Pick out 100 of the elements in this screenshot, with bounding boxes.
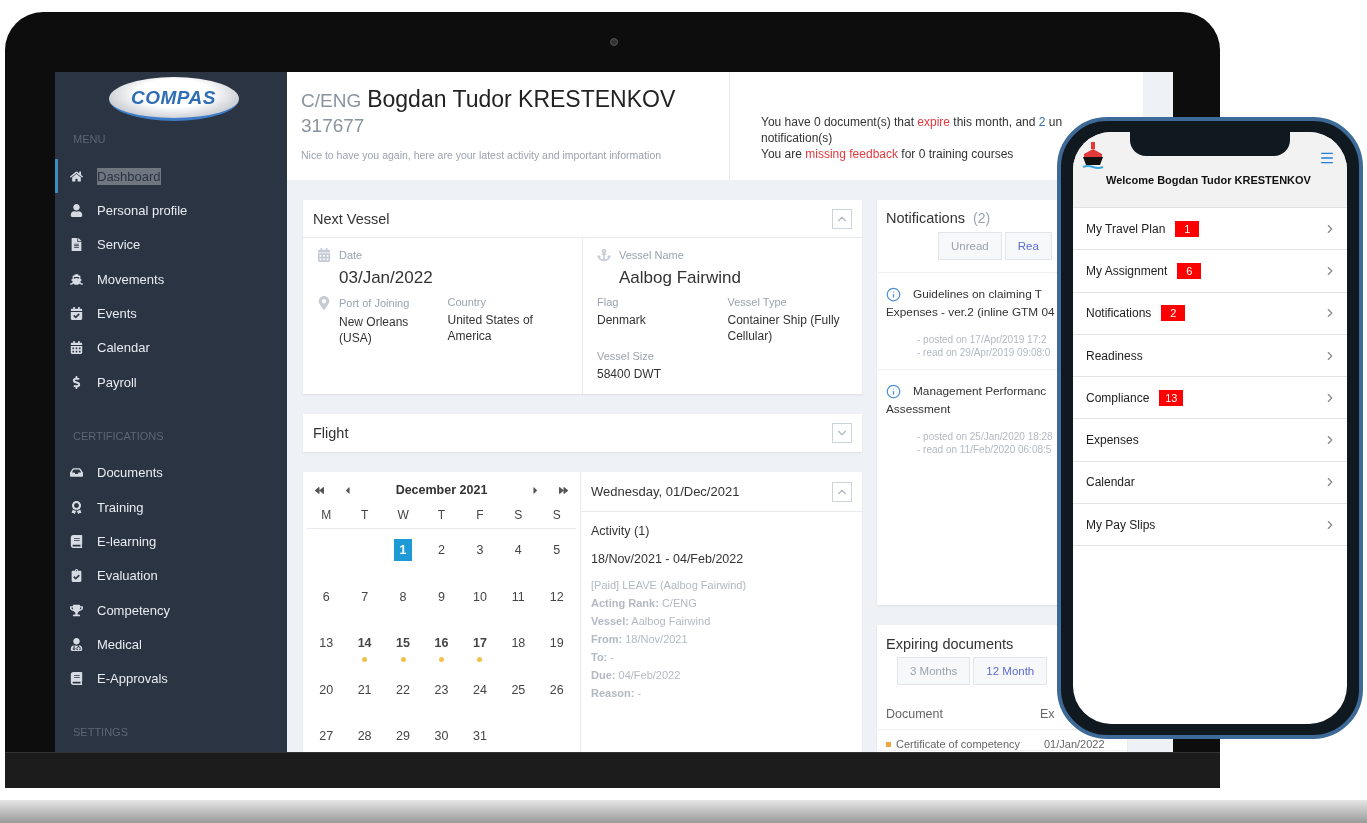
menu-item[interactable]: My Travel Plan 1 bbox=[1073, 208, 1347, 251]
weekday-label: W bbox=[397, 507, 409, 524]
sidebar-item[interactable]: Service bbox=[55, 227, 287, 263]
notification-title[interactable]: Management Performanc bbox=[913, 382, 1047, 400]
table-cell-text: 01/Jan/2022 bbox=[1043, 738, 1106, 750]
sidebar-item[interactable]: Competency bbox=[55, 592, 287, 628]
weekday-label: S bbox=[552, 507, 561, 524]
field-label: Vessel Name bbox=[619, 249, 684, 261]
calendar-day[interactable]: 21 bbox=[355, 678, 374, 701]
menu-item[interactable]: Expenses bbox=[1073, 419, 1347, 462]
activity-field: Reason: - bbox=[591, 684, 852, 702]
sidebar-item[interactable]: Events bbox=[55, 296, 287, 331]
calendar-check-icon bbox=[70, 307, 83, 321]
calendar-day[interactable]: 31 bbox=[470, 725, 489, 747]
sidebar-item[interactable]: Movements bbox=[55, 262, 287, 297]
sidebar-item[interactable]: Documents bbox=[55, 455, 287, 490]
menu-item[interactable]: My Pay Slips bbox=[1073, 504, 1347, 547]
calendar-icon bbox=[70, 341, 83, 355]
calendar-day[interactable]: 12 bbox=[547, 585, 566, 608]
calendar-day[interactable]: 17 bbox=[470, 632, 489, 654]
sidebar-item[interactable]: Payroll bbox=[55, 365, 287, 400]
menu-item[interactable]: Calendar bbox=[1073, 461, 1347, 505]
sidebar-item[interactable]: Calendar bbox=[55, 330, 287, 366]
field-label: Country bbox=[447, 296, 487, 308]
menu-item[interactable]: My Assignment 6 bbox=[1073, 250, 1347, 293]
activity-field: Due: 04/Feb/2022 bbox=[591, 666, 852, 684]
camera-icon bbox=[610, 38, 618, 46]
inbox-icon bbox=[70, 466, 83, 480]
menu-item[interactable]: Readiness bbox=[1073, 334, 1347, 378]
fast-forward-icon[interactable] bbox=[559, 485, 568, 495]
calendar-day[interactable]: 19 bbox=[547, 632, 566, 654]
notification-title[interactable]: Expenses - ver.2 (inline GTM 04 bbox=[886, 303, 1055, 321]
info-icon bbox=[886, 383, 901, 399]
calendar-day[interactable]: 24 bbox=[470, 678, 489, 701]
calendar-day[interactable]: 10 bbox=[470, 585, 489, 608]
calendar-day[interactable]: 22 bbox=[394, 678, 413, 701]
sidebar-item[interactable]: Training bbox=[55, 489, 287, 525]
activity-field: Acting Rank: C/ENG bbox=[591, 594, 852, 612]
event-dot-icon bbox=[439, 657, 444, 662]
calendar-icon bbox=[317, 248, 331, 262]
field-value: Aalbog Fairwind bbox=[618, 267, 742, 289]
count-badge: 6 bbox=[1177, 262, 1202, 279]
activity-field: From: 18/Nov/2021 bbox=[591, 630, 852, 648]
calendar-day[interactable]: 18 bbox=[509, 632, 528, 654]
notice-text: You have 0 document(s) that expire this month, and 2 un bbox=[761, 114, 1063, 130]
calendar-day[interactable]: 20 bbox=[317, 678, 336, 701]
calendar-day[interactable]: 15 bbox=[394, 632, 413, 654]
notification-title[interactable]: Assessment bbox=[886, 400, 951, 418]
calendar-day[interactable]: 14 bbox=[355, 632, 374, 654]
notification-count: (2) bbox=[973, 210, 991, 226]
calendar-day[interactable]: 28 bbox=[355, 725, 374, 747]
sidebar-item[interactable]: E-learning bbox=[55, 524, 287, 559]
calendar-day[interactable]: 23 bbox=[432, 678, 451, 701]
dollar-icon bbox=[70, 375, 83, 389]
calendar-day[interactable]: 29 bbox=[394, 725, 413, 747]
notification-title[interactable]: Guidelines on claiming T bbox=[913, 285, 1042, 303]
field-label: Date bbox=[339, 249, 363, 261]
field-value: New Orleans (USA) bbox=[338, 314, 410, 346]
calendar-day[interactable]: 5 bbox=[547, 539, 566, 561]
column-header: Document bbox=[886, 707, 944, 721]
calendar-day[interactable]: 11 bbox=[509, 585, 528, 608]
field-label: Vessel Size bbox=[597, 350, 654, 362]
table-cell: Certificate of competency bbox=[896, 738, 1021, 750]
card-title: Expiring documents bbox=[886, 636, 1014, 652]
menu-item[interactable]: Notifications 2 bbox=[1073, 292, 1347, 335]
calendar-day[interactable]: 27 bbox=[317, 725, 336, 747]
menu-icon[interactable] bbox=[1319, 150, 1335, 166]
count-badge: 1 bbox=[1175, 220, 1200, 237]
period-tab[interactable]: 12 Month bbox=[973, 657, 1048, 685]
anchor-icon bbox=[597, 248, 611, 262]
filter-tab[interactable]: Rea bbox=[1004, 232, 1052, 260]
calendar-day[interactable]: 9 bbox=[432, 585, 451, 608]
calendar-day[interactable]: 8 bbox=[394, 585, 413, 608]
calendar-day[interactable]: 26 bbox=[547, 678, 566, 701]
award-icon bbox=[70, 500, 83, 514]
notification-meta: - posted on 25/Jan/2020 18:28 bbox=[916, 430, 1050, 443]
sidebar-item[interactable]: Medical bbox=[55, 627, 287, 662]
menu-item[interactable]: Compliance 13 bbox=[1073, 377, 1347, 420]
sidebar-item[interactable]: Evaluation bbox=[55, 558, 287, 593]
calendar-day[interactable]: 30 bbox=[432, 725, 451, 747]
calendar-day[interactable]: 16 bbox=[432, 632, 451, 654]
event-dot-icon bbox=[400, 657, 406, 662]
calendar-day[interactable]: 25 bbox=[509, 678, 528, 701]
sidebar-item[interactable]: Personal profile bbox=[55, 193, 287, 228]
field-label: Flag bbox=[597, 296, 619, 308]
calendar-day[interactable]: 7 bbox=[355, 585, 374, 608]
greeting-text: Nice to have you again, here are your latest activity and important information bbox=[301, 149, 663, 161]
count-badge: 13 bbox=[1159, 389, 1184, 406]
rewind-icon[interactable] bbox=[315, 485, 324, 495]
sidebar-item[interactable]: E-Approvals bbox=[55, 661, 287, 697]
card-title: Flight bbox=[313, 425, 349, 441]
calendar-day[interactable]: 4 bbox=[509, 539, 528, 561]
calendar-day[interactable]: 3 bbox=[470, 539, 489, 561]
calendar-day[interactable]: 6 bbox=[317, 585, 336, 608]
field-value: Denmark bbox=[597, 312, 647, 328]
activity-summary: [Paid] LEAVE (Aalbog Fairwind) bbox=[591, 578, 748, 593]
calendar-day[interactable]: 13 bbox=[317, 632, 336, 654]
field-label: Port of Joining bbox=[339, 297, 410, 309]
calendar-day[interactable]: 2 bbox=[432, 539, 451, 561]
notification-meta: - read on 11/Feb/2020 06:08:5 bbox=[916, 443, 1050, 456]
